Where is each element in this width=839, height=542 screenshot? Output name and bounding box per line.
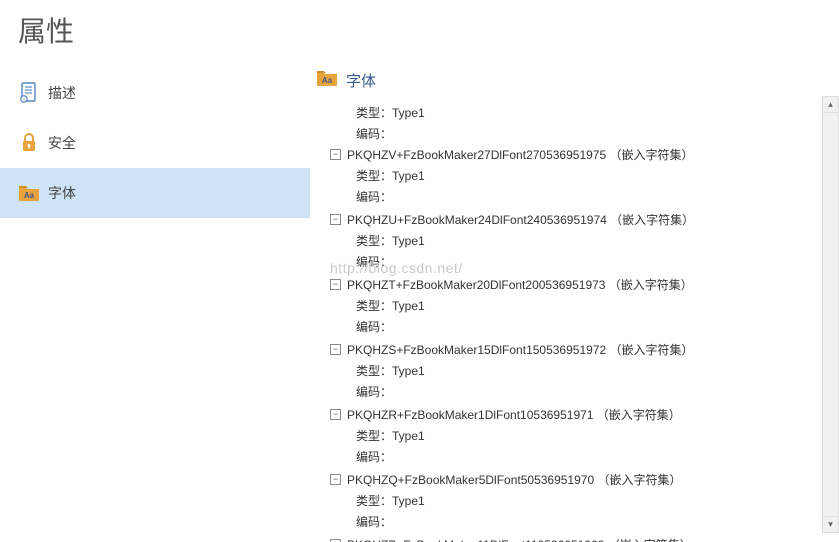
font-entry: −PKQHZP+FzBookMaker11DlFont110536951969 … xyxy=(314,534,813,542)
sidebar: i 描述 安全 Aa xyxy=(0,64,310,539)
lock-icon xyxy=(18,132,40,154)
collapse-toggle[interactable]: − xyxy=(330,279,341,290)
font-entry: −PKQHZQ+FzBookMaker5DlFont50536951970 （嵌… xyxy=(314,469,813,532)
font-encoding-row: 编码： xyxy=(314,446,813,467)
font-name: PKQHZS+FzBookMaker15DlFont150536951972 （… xyxy=(347,341,693,358)
font-name: PKQHZR+FzBookMaker1DlFont10536951971 （嵌入… xyxy=(347,406,681,423)
sidebar-item-label: 描述 xyxy=(48,83,76,103)
main-area: i 描述 安全 Aa xyxy=(0,64,839,539)
font-name: PKQHZU+FzBookMaker24DlFont240536951974 （… xyxy=(347,211,694,228)
type-label: 类型： xyxy=(356,106,392,120)
content-header: Aa 字体 xyxy=(314,68,833,92)
font-entry: −PKQHZV+FzBookMaker27DlFont270536951975 … xyxy=(314,144,813,207)
encoding-label: 编码： xyxy=(356,127,392,141)
font-encoding-row: 编码： xyxy=(314,123,813,144)
font-encoding-row: 编码： xyxy=(314,381,813,402)
font-encoding-row: 编码： xyxy=(314,186,813,207)
sidebar-item-label: 字体 xyxy=(48,183,76,203)
collapse-toggle[interactable]: − xyxy=(330,149,341,160)
font-type-row: 类型：Type1 xyxy=(314,230,813,251)
font-name: PKQHZP+FzBookMaker11DlFont110536951969 （… xyxy=(347,536,692,542)
font-entry: −PKQHZS+FzBookMaker15DlFont150536951972 … xyxy=(314,339,813,402)
font-name-row: −PKQHZQ+FzBookMaker5DlFont50536951970 （嵌… xyxy=(314,469,813,490)
sidebar-item-fonts[interactable]: Aa 字体 xyxy=(0,168,310,218)
font-entry: −PKQHZT+FzBookMaker20DlFont200536951973 … xyxy=(314,274,813,337)
svg-text:Aa: Aa xyxy=(24,191,35,200)
font-name-row: −PKQHZP+FzBookMaker11DlFont110536951969 … xyxy=(314,534,813,542)
font-name-row: −PKQHZR+FzBookMaker1DlFont10536951971 （嵌… xyxy=(314,404,813,425)
font-name: PKQHZT+FzBookMaker20DlFont200536951973 （… xyxy=(347,276,693,293)
font-type-row: 类型：Type1 xyxy=(314,295,813,316)
sidebar-item-description[interactable]: i 描述 xyxy=(0,68,310,118)
collapse-toggle[interactable]: − xyxy=(330,409,341,420)
scroll-down-button[interactable]: ▾ xyxy=(823,516,838,532)
sidebar-item-security[interactable]: 安全 xyxy=(0,118,310,168)
font-name-row: −PKQHZT+FzBookMaker20DlFont200536951973 … xyxy=(314,274,813,295)
font-type-row: 类型：Type1 xyxy=(314,360,813,381)
svg-text:i: i xyxy=(23,97,24,103)
font-folder-icon: Aa xyxy=(18,182,40,204)
font-entry: −PKQHZU+FzBookMaker24DlFont240536951974 … xyxy=(314,209,813,272)
collapse-toggle[interactable]: − xyxy=(330,344,341,355)
content-panel: Aa 字体 类型：Type1 编码： −PKQHZV+FzBookMaker27… xyxy=(310,64,839,539)
font-name-row: −PKQHZV+FzBookMaker27DlFont270536951975 … xyxy=(314,144,813,165)
font-list: 类型：Type1 编码： −PKQHZV+FzBookMaker27DlFont… xyxy=(314,102,833,542)
collapse-toggle[interactable]: − xyxy=(330,214,341,225)
content-header-label: 字体 xyxy=(346,70,376,91)
font-encoding-row: 编码： xyxy=(314,511,813,532)
font-type-row: 类型：Type1 xyxy=(314,165,813,186)
font-encoding-row: 编码： xyxy=(314,316,813,337)
collapse-toggle[interactable]: − xyxy=(330,474,341,485)
document-icon: i xyxy=(18,82,40,104)
font-name: PKQHZQ+FzBookMaker5DlFont50536951970 （嵌入… xyxy=(347,471,681,488)
font-entry: −PKQHZR+FzBookMaker1DlFont10536951971 （嵌… xyxy=(314,404,813,467)
type-value: Type1 xyxy=(392,106,425,120)
page-title: 属性 xyxy=(0,0,839,64)
font-type-row: 类型：Type1 xyxy=(314,102,813,123)
font-folder-icon: Aa xyxy=(316,68,338,92)
scrollbar[interactable]: ▴ ▾ xyxy=(822,96,839,533)
sidebar-item-label: 安全 xyxy=(48,133,76,153)
font-type-row: 类型：Type1 xyxy=(314,425,813,446)
svg-text:Aa: Aa xyxy=(322,76,333,85)
font-name-row: −PKQHZS+FzBookMaker15DlFont150536951972 … xyxy=(314,339,813,360)
font-name: PKQHZV+FzBookMaker27DlFont270536951975 （… xyxy=(347,146,693,163)
font-encoding-row: 编码： xyxy=(314,251,813,272)
scroll-up-button[interactable]: ▴ xyxy=(823,97,838,113)
font-name-row: −PKQHZU+FzBookMaker24DlFont240536951974 … xyxy=(314,209,813,230)
font-type-row: 类型：Type1 xyxy=(314,490,813,511)
